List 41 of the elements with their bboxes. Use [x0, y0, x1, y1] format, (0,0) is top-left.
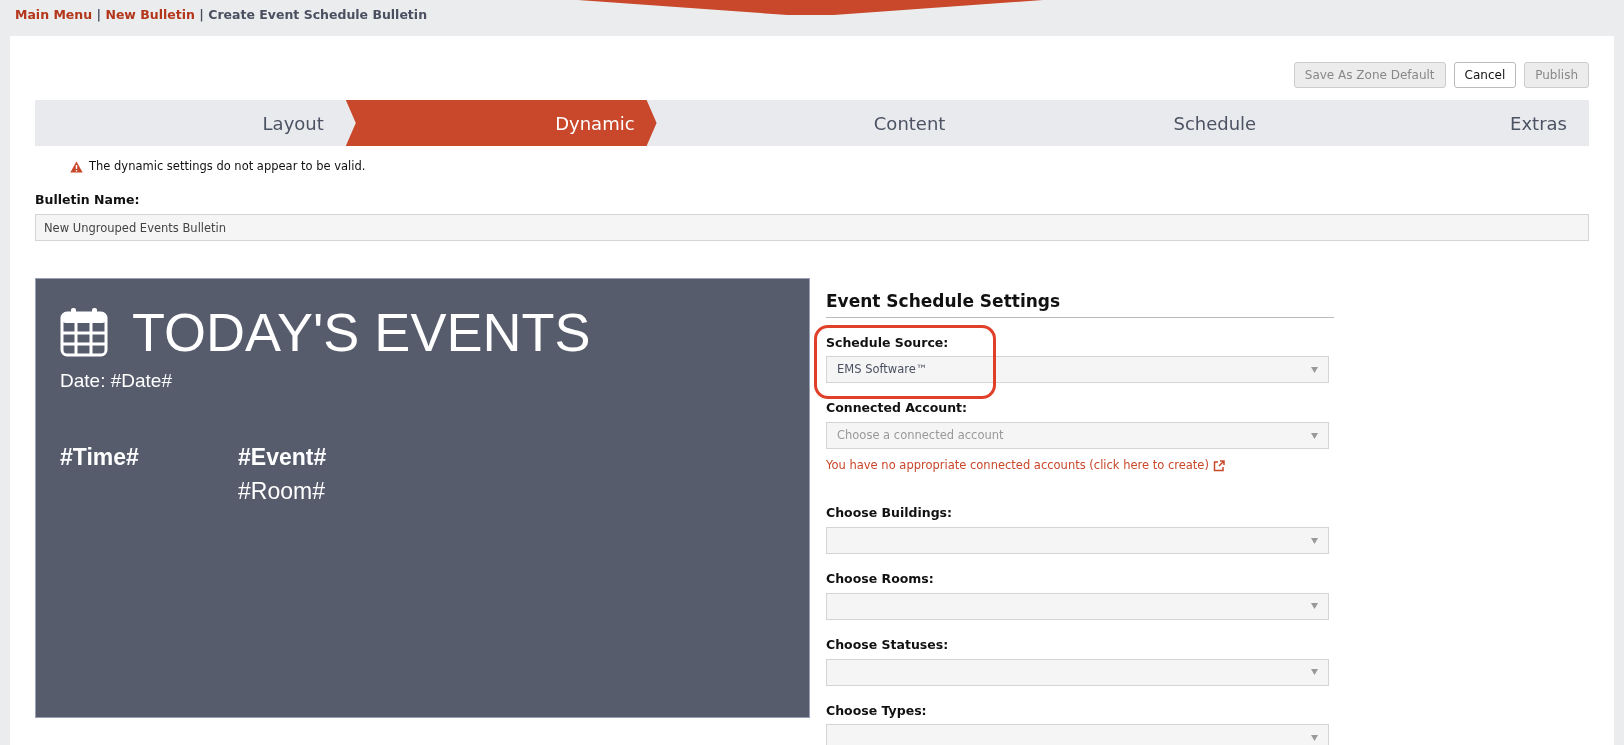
wizard-step-tab[interactable]: Schedule [967, 100, 1279, 146]
field-label: Choose Types: [826, 701, 928, 720]
wizard-step-tab[interactable]: Layout [35, 100, 346, 146]
field-label: Choose Rooms: [826, 570, 935, 588]
breadcrumb-current: Create Event Schedule Bulletin [208, 7, 428, 22]
field-label: Bulletin Name: [35, 191, 141, 210]
bulletin-name-field[interactable]: New Ungrouped Events Bulletin [35, 214, 1589, 241]
caret-icon [1311, 669, 1318, 675]
select-field[interactable] [826, 658, 1329, 686]
preview-time: #Time# [60, 442, 140, 472]
select-field[interactable] [826, 724, 1329, 745]
preview-event: #Event# [238, 442, 327, 472]
external-link-icon[interactable] [1212, 459, 1225, 472]
toolbar-button[interactable]: Cancel [1453, 62, 1517, 88]
error-link[interactable]: You have no appropriate connected accounts (click here to create) [826, 457, 1209, 475]
preview-room: #Room# [238, 477, 326, 506]
caret-icon [1311, 734, 1318, 741]
field-label: Choose Buildings: [826, 504, 954, 523]
select-field[interactable]: EMS Software™ [826, 356, 1329, 384]
warning-icon [70, 160, 83, 173]
breadcrumb-link[interactable]: New Bulletin [105, 7, 195, 22]
caret-icon [1311, 366, 1318, 373]
caret-icon [1311, 603, 1318, 610]
separator: | [199, 7, 204, 22]
caret-icon [1311, 432, 1318, 439]
field-label: Connected Account: [826, 399, 969, 418]
calendar-icon [60, 307, 108, 357]
wizard-step-tab[interactable]: Content [656, 100, 968, 146]
wizard-step-tab[interactable]: Dynamic [345, 100, 657, 146]
field-label: Choose Statuses: [826, 635, 950, 654]
section-heading: Event Schedule Settings [826, 289, 1334, 318]
preview-title: TODAY'S EVENTS [132, 305, 591, 359]
wizard-step-tab[interactable]: Extras [1278, 100, 1589, 146]
field-label: Schedule Source: [826, 333, 950, 352]
select-field[interactable] [826, 527, 1329, 554]
select-field[interactable] [826, 592, 1329, 620]
caret-icon [1311, 537, 1318, 544]
breadcrumb-link[interactable]: Main Menu [15, 7, 93, 22]
warning-message: The dynamic settings do not appear to be valid. [89, 158, 366, 175]
preview-date: Date: #Date# [60, 369, 173, 393]
separator: | [96, 7, 102, 22]
